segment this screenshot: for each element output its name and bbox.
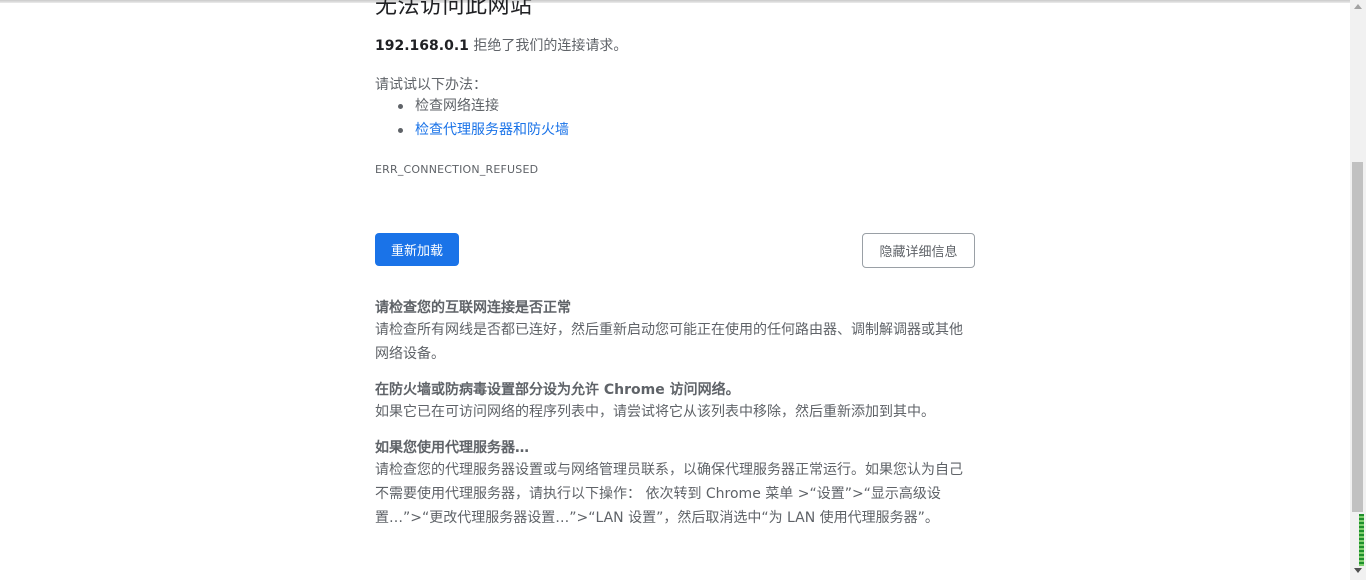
check-proxy-firewall-link[interactable]: 检查代理服务器和防火墙 [415,122,569,138]
scroll-up-icon[interactable] [1354,4,1362,9]
bullet-icon [398,104,403,109]
details-heading-firewall: 在防火墙或防病毒设置部分设为允许 Chrome 访问网络。 [375,382,740,398]
error-code: ERR_CONNECTION_REFUSED [375,163,539,176]
suggestion-check-proxy-firewall[interactable]: 检查代理服务器和防火墙 [375,118,569,142]
suggestion-list: 检查网络连接 检查代理服务器和防火墙 [375,94,569,142]
vertical-scrollbar[interactable] [1350,0,1366,580]
scrollbar-thumb[interactable] [1352,162,1363,512]
suggestion-label: 检查网络连接 [415,98,499,114]
page-title: 无法访问此网站 [375,0,533,19]
refused-text: 拒绝了我们的连接请求。 [468,38,628,54]
scroll-down-icon[interactable] [1354,568,1362,573]
suggestion-check-network: 检查网络连接 [375,94,569,118]
try-header: 请试试以下办法： [375,77,487,93]
details-body-internet: 请检查所有网线是否都已连好，然后重新启动您可能正在使用的任何路由器、调制解调器或… [375,322,963,362]
details-body-firewall: 如果它已在可访问网络的程序列表中，请尝试将它从该列表中移除，然后重新添加到其中。 [375,404,935,420]
refused-message: 192.168.0.1 拒绝了我们的连接请求。 [375,35,627,55]
reload-button[interactable]: 重新加载 [375,233,459,266]
details-heading-internet: 请检查您的互联网连接是否正常 [375,300,571,316]
top-edge [0,0,1350,3]
activity-indicator-icon [1359,514,1364,566]
bullet-icon [398,128,403,133]
host-address: 192.168.0.1 [375,38,469,54]
details-heading-proxy: 如果您使用代理服务器… [375,440,529,456]
details-body-proxy: 请检查您的代理服务器设置或与网络管理员联系，以确保代理服务器正常运行。如果您认为… [375,462,963,526]
hide-details-button[interactable]: 隐藏详细信息 [862,233,975,268]
